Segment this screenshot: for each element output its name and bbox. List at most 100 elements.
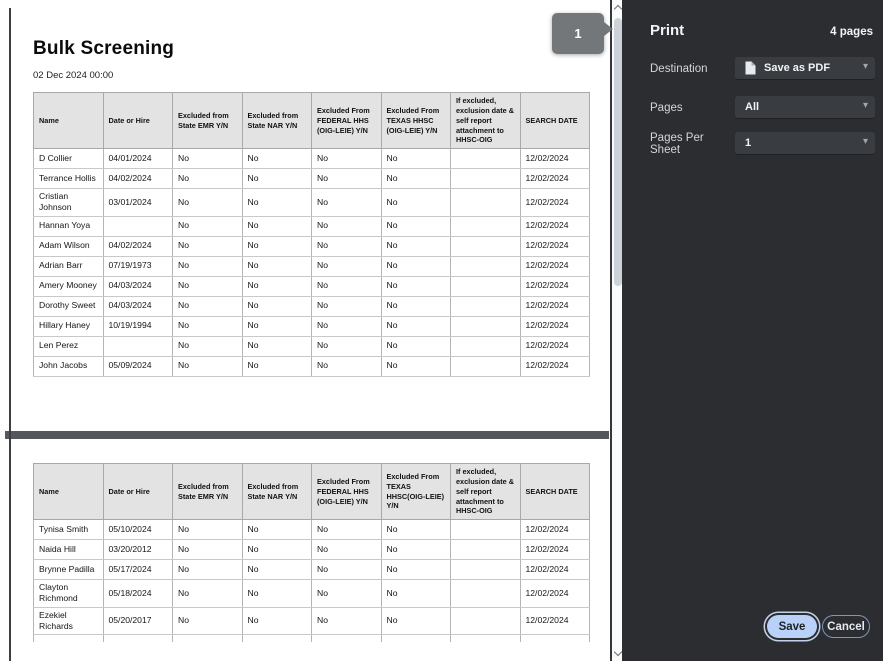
table-cell: 04/01/2024 [103, 149, 173, 169]
table-cell: No [381, 276, 451, 296]
table-cell: No [381, 607, 451, 634]
table-cell: 12/02/2024 [520, 256, 590, 276]
table-row: Terrance Hollis04/02/2024NoNoNoNo12/02/2… [34, 169, 590, 189]
table-cell: No [242, 336, 312, 356]
table-cell: 12/02/2024 [520, 216, 590, 236]
preview-scrollbar[interactable] [610, 0, 622, 661]
table-cell [451, 316, 521, 336]
pages-value: All [745, 101, 759, 113]
table-cell: No [173, 189, 243, 216]
column-header: Excluded From FEDERAL HHS (OIG-LEIE) Y/N [312, 464, 382, 520]
table-cell [34, 634, 104, 642]
table-cell [451, 356, 521, 376]
table-cell: No [173, 336, 243, 356]
table-cell: No [242, 169, 312, 189]
table-cell: No [312, 520, 382, 540]
table-cell: 12/02/2024 [520, 276, 590, 296]
destination-label: Destination [650, 63, 735, 75]
table-row: Dorothy Sweet04/03/2024NoNoNoNo12/02/202… [34, 296, 590, 316]
destination-value: Save as PDF [764, 62, 830, 74]
screening-table-page-2: NameDate or HireExcluded from State EMR … [33, 463, 590, 642]
table-cell [451, 236, 521, 256]
column-header: Excluded From TEXAS HHSC(OIG-LEIE) Y/N [381, 464, 451, 520]
table-cell: No [242, 580, 312, 607]
destination-select[interactable]: Save as PDF ▾ [735, 57, 875, 80]
table-cell: 05/18/2024 [103, 580, 173, 607]
pages-select[interactable]: All ▾ [735, 96, 875, 119]
table-cell: John Jacobs [34, 356, 104, 376]
table-cell: No [381, 580, 451, 607]
table-cell: No [381, 560, 451, 580]
table-row: Ezekiel Richards05/20/2017NoNoNoNo12/02/… [34, 607, 590, 634]
table-cell: No [242, 316, 312, 336]
table-cell: No [312, 607, 382, 634]
table-row: Brynne Padilla05/17/2024NoNoNoNo12/02/20… [34, 560, 590, 580]
table-cell: No [312, 560, 382, 580]
save-button[interactable]: Save [767, 615, 817, 638]
table-cell: 12/02/2024 [520, 580, 590, 607]
table-row: D Collier04/01/2024NoNoNoNo12/02/2024 [34, 149, 590, 169]
table-cell: D Collier [34, 149, 104, 169]
column-header: If excluded, exclusion date & self repor… [451, 464, 521, 520]
preview-left-border [9, 8, 11, 661]
table-cell: 12/02/2024 [520, 169, 590, 189]
table-cell [451, 296, 521, 316]
table-cell: No [242, 216, 312, 236]
table-cell [451, 607, 521, 634]
table-cell [312, 634, 382, 642]
table-cell: No [242, 560, 312, 580]
table-cell: No [312, 336, 382, 356]
column-header: Name [34, 93, 104, 149]
table-cell: No [173, 560, 243, 580]
column-header: Excluded From TEXAS HHSC (OIG-LEIE) Y/N [381, 93, 451, 149]
table-cell: No [173, 256, 243, 276]
table-cell: 12/02/2024 [520, 356, 590, 376]
table-cell: 12/02/2024 [520, 296, 590, 316]
table-cell: No [312, 540, 382, 560]
pages-per-sheet-select[interactable]: 1 ▾ [735, 132, 875, 155]
chevron-down-icon: ▾ [863, 61, 868, 72]
table-cell: No [312, 356, 382, 376]
table-row: Clayton Richmond05/18/2024NoNoNoNo12/02/… [34, 580, 590, 607]
scroll-up-icon[interactable] [614, 5, 622, 13]
scroll-down-icon[interactable] [614, 648, 622, 656]
header-row: NameDate or HireExcluded from State EMR … [34, 464, 590, 520]
table-cell: No [312, 316, 382, 336]
scrollbar-thumb[interactable] [614, 18, 622, 286]
table-cell: 04/02/2024 [103, 169, 173, 189]
table-cell: 12/02/2024 [520, 236, 590, 256]
table-cell: Brynne Padilla [34, 560, 104, 580]
table-cell: No [381, 169, 451, 189]
column-header: Excluded from State EMR Y/N [173, 464, 243, 520]
table-cell: Hannan Yoya [34, 216, 104, 236]
table-cell: Dorothy Sweet [34, 296, 104, 316]
table-cell: 12/02/2024 [520, 336, 590, 356]
cancel-button[interactable]: Cancel [822, 615, 870, 638]
table-cell: 05/10/2024 [103, 520, 173, 540]
table-cell: No [312, 236, 382, 256]
table-cell [451, 276, 521, 296]
table-cell: No [312, 276, 382, 296]
page-number-tooltip: 1 [552, 13, 604, 54]
table-cell: No [242, 296, 312, 316]
table-row: Hannan YoyaNoNoNoNo12/02/2024 [34, 216, 590, 236]
table-cell: 05/17/2024 [103, 560, 173, 580]
column-header: SEARCH DATE [520, 464, 590, 520]
pages-field: Pages All ▾ [650, 96, 875, 119]
table-cell: No [173, 149, 243, 169]
table-cell: 12/02/2024 [520, 189, 590, 216]
table-cell: No [173, 356, 243, 376]
table-cell: No [173, 216, 243, 236]
table-cell: No [381, 520, 451, 540]
table-cell: 12/02/2024 [520, 560, 590, 580]
table-cell: Ezekiel Richards [34, 607, 104, 634]
document-timestamp: 02 Dec 2024 00:00 [33, 70, 113, 81]
print-preview-window: Bulk Screening 02 Dec 2024 00:00 NameDat… [0, 0, 883, 661]
table-cell: 04/03/2024 [103, 276, 173, 296]
table-cell: No [312, 296, 382, 316]
column-header: Name [34, 464, 104, 520]
table-cell: 12/02/2024 [520, 316, 590, 336]
table-cell [451, 149, 521, 169]
table-cell: 03/20/2012 [103, 540, 173, 560]
column-header: Date or Hire [103, 93, 173, 149]
